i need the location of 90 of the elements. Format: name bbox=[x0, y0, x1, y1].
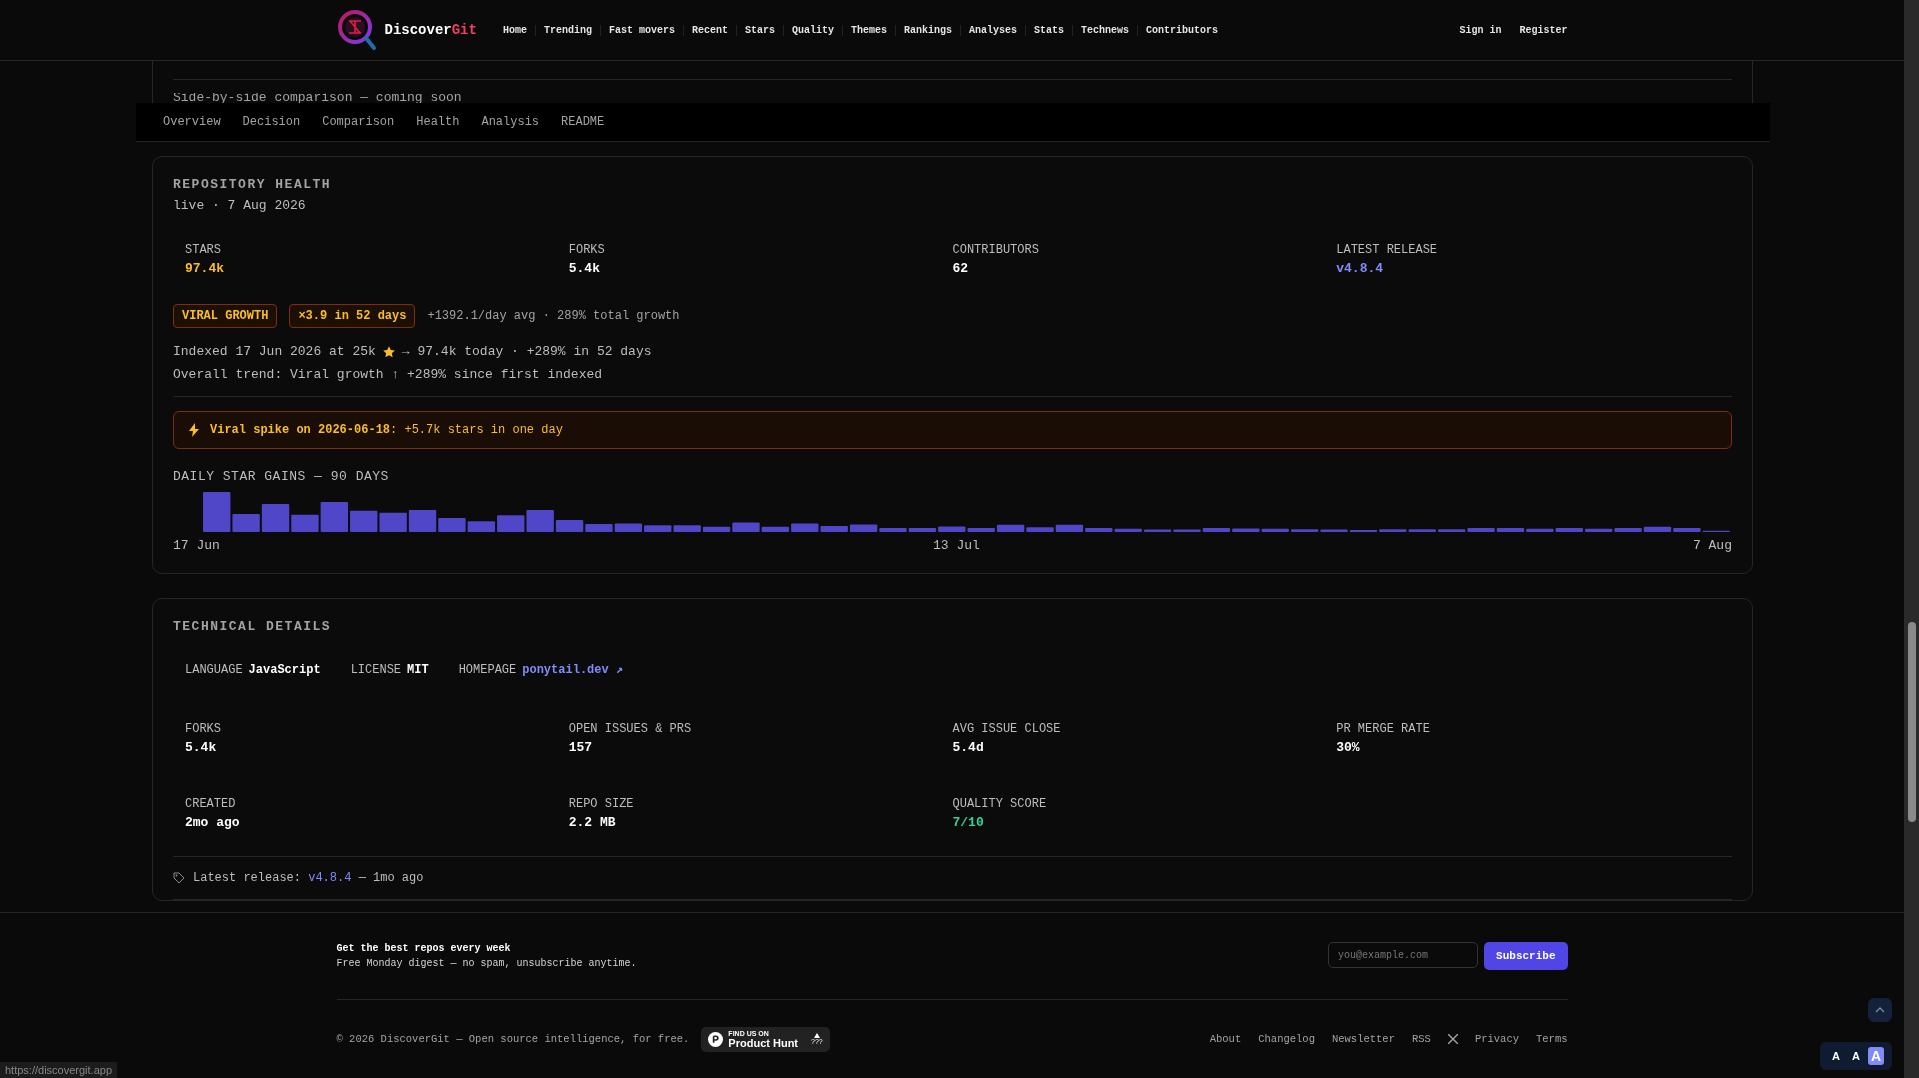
spike-text: Viral spike on 2026-06-18: +5.7k stars in one day bbox=[210, 423, 563, 437]
section-title: TECHNICAL DETAILS bbox=[173, 619, 333, 634]
section-tab[interactable]: Comparison bbox=[322, 115, 395, 129]
nav-link[interactable]: Quality bbox=[783, 24, 843, 36]
trend-text: Overall trend: Viral growth ↑ +289% since first indexed bbox=[173, 367, 604, 382]
scroll-top-button[interactable] bbox=[1868, 998, 1892, 1022]
axis-label: 17 Jun bbox=[173, 538, 220, 553]
meta-value[interactable]: ponytail.dev ↗ bbox=[522, 663, 624, 677]
nav-link[interactable]: Trending bbox=[534, 24, 600, 36]
status-url: https://discovergit.app bbox=[0, 1062, 117, 1078]
section-tab[interactable]: README bbox=[561, 115, 605, 129]
stat-label: STARS bbox=[185, 243, 222, 257]
stat-value[interactable]: v4.8.4 bbox=[1336, 261, 1720, 276]
stat-label: PR MERGE RATE bbox=[1336, 722, 1431, 736]
meta-label: LANGUAGE bbox=[185, 663, 243, 677]
auth-link[interactable]: Sign in bbox=[1459, 24, 1502, 36]
section-tab[interactable]: Decision bbox=[242, 115, 301, 129]
nav-link[interactable]: Stars bbox=[736, 24, 783, 36]
section-tab[interactable]: Health bbox=[416, 115, 460, 129]
scrollbar-thumb[interactable] bbox=[1907, 622, 1916, 822]
stat-value: 62 bbox=[952, 261, 970, 276]
newsletter-text: Free Monday digest — no spam, unsubscribe anytime. bbox=[336, 958, 637, 969]
logo-icon[interactable] bbox=[336, 9, 377, 51]
footer-link[interactable]: RSS bbox=[1411, 1033, 1431, 1045]
chart-title: DAILY STAR GAINS — 90 DAYS bbox=[173, 469, 390, 484]
meta-value: JavaScript bbox=[248, 663, 321, 677]
chevron-up-icon bbox=[1875, 1007, 1885, 1013]
footer-link[interactable]: Newsletter bbox=[1331, 1033, 1395, 1045]
meta-label: LICENSE bbox=[350, 663, 402, 677]
stat-label: FORKS bbox=[568, 243, 606, 257]
nav-link[interactable]: Home bbox=[502, 24, 535, 36]
footer-link[interactable]: About bbox=[1209, 1033, 1242, 1045]
subscribe-button[interactable]: Subscribe bbox=[1484, 942, 1568, 970]
growth-badge: ×3.9 in 52 days bbox=[289, 304, 416, 328]
stat-value: 2mo ago bbox=[185, 815, 241, 830]
nav-link[interactable]: Recent bbox=[683, 24, 736, 36]
stat-label: REPO SIZE bbox=[568, 797, 635, 811]
growth-note: +1392.1/day avg · 289% total growth bbox=[427, 309, 680, 323]
stat-value: 5.4d bbox=[952, 740, 985, 755]
nav-link[interactable]: Technews bbox=[1072, 24, 1138, 36]
section-tab[interactable]: Overview bbox=[163, 115, 221, 129]
auth-link[interactable]: Register bbox=[1519, 24, 1568, 36]
nav-link[interactable]: Stats bbox=[1025, 24, 1073, 36]
stat-label: CREATED bbox=[185, 797, 237, 811]
nav-link[interactable]: Contributors bbox=[1137, 24, 1227, 36]
stat-value: 5.4k bbox=[185, 740, 218, 755]
nav-link[interactable]: Fast movers bbox=[599, 24, 683, 36]
upvote-icon bbox=[813, 1033, 820, 1038]
stat-value: 7/10 bbox=[952, 815, 985, 830]
stat-label: AVG ISSUE CLOSE bbox=[952, 722, 1062, 736]
badge-title: Product Hunt bbox=[728, 1037, 799, 1049]
section-tab[interactable]: Analysis bbox=[481, 115, 540, 129]
stat-label: OPEN ISSUES & PRS bbox=[568, 722, 693, 736]
stat-label: QUALITY SCORE bbox=[952, 797, 1048, 811]
footer-link[interactable]: Terms bbox=[1536, 1033, 1568, 1045]
lightning-icon bbox=[188, 423, 200, 437]
nav-link[interactable]: Themes bbox=[842, 24, 896, 36]
star-icon bbox=[381, 344, 396, 359]
stat-value: 2.2 MB bbox=[568, 815, 617, 830]
tag-icon bbox=[173, 872, 185, 884]
live-date: live · 7 Aug 2026 bbox=[173, 198, 307, 213]
footer-link[interactable]: Changelog bbox=[1258, 1033, 1315, 1045]
brand-name[interactable]: DiscoverGit bbox=[384, 22, 477, 38]
indexed-text: Indexed 17 Jun 2026 at 25k bbox=[173, 344, 376, 359]
stat-value: 97.4k bbox=[185, 261, 225, 276]
section-title: REPOSITORY HEALTH bbox=[173, 177, 333, 192]
p-logo-icon bbox=[708, 1031, 724, 1047]
axis-label: 13 Jul bbox=[933, 538, 980, 553]
email-field[interactable]: you@example.com bbox=[1328, 942, 1479, 968]
nav-link[interactable]: Analyses bbox=[960, 24, 1026, 36]
axis-label: 7 Aug bbox=[1692, 538, 1732, 553]
stat-value: 157 bbox=[568, 740, 594, 755]
meta-label: HOMEPAGE bbox=[458, 663, 517, 677]
stat-value: 5.4k bbox=[568, 261, 601, 276]
stat-label: LATEST RELEASE bbox=[1336, 243, 1439, 257]
growth-badge: VIRAL GROWTH bbox=[173, 304, 278, 328]
stat-label: FORKS bbox=[185, 722, 222, 736]
stat-label: CONTRIBUTORS bbox=[952, 243, 1040, 257]
font-size-option[interactable]: A bbox=[1828, 1047, 1844, 1065]
meta-value: MIT bbox=[407, 663, 429, 677]
newsletter-title: Get the best repos every week bbox=[336, 943, 512, 954]
indexed-text: → 97.4k today · +289% in 52 days bbox=[401, 344, 652, 359]
x-logo-icon[interactable] bbox=[1447, 1034, 1458, 1044]
nav-link[interactable]: Rankings bbox=[895, 24, 961, 36]
footer-link[interactable]: Privacy bbox=[1474, 1033, 1519, 1045]
release-note: Latest release: v4.8.4 — 1mo ago bbox=[193, 871, 424, 885]
release-link[interactable]: v4.8.4 bbox=[308, 871, 352, 885]
stat-value: 30% bbox=[1336, 740, 1361, 755]
font-size-option[interactable]: A bbox=[1848, 1047, 1864, 1065]
copyright-text: © 2026 DiscoverGit — Open source intelligence, for free. bbox=[336, 1033, 690, 1045]
